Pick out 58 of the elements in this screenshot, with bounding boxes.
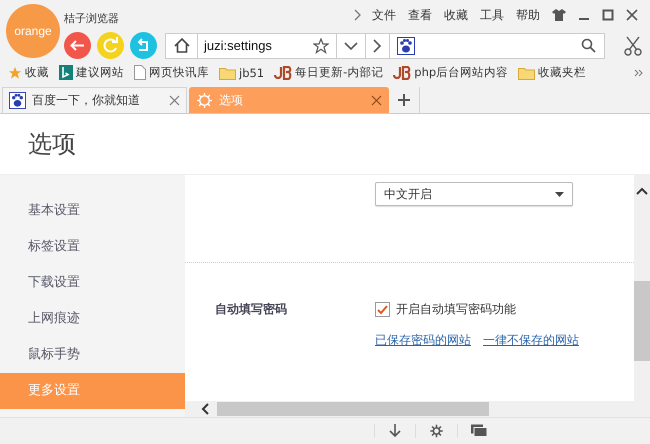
setting-label: 自动填写密码: [215, 301, 288, 318]
star-icon: [8, 66, 22, 80]
scroll-up-icon[interactable]: [636, 187, 648, 195]
chevron-right-icon[interactable]: [373, 38, 382, 52]
chevron-icon: [354, 9, 362, 21]
shirt-icon[interactable]: [552, 9, 566, 21]
gear-icon: [196, 92, 213, 109]
address-bar[interactable]: juzi:settings: [165, 32, 605, 58]
site-icon: [393, 66, 412, 80]
maximize-icon[interactable]: [602, 9, 614, 21]
star-icon[interactable]: [313, 38, 329, 54]
vertical-scrollbar[interactable]: [634, 175, 650, 417]
sidebar-item[interactable]: 上网痕迹: [0, 301, 185, 337]
check-icon: [377, 304, 388, 314]
address-field[interactable]: juzi:settings: [197, 34, 306, 58]
close-icon[interactable]: [371, 95, 382, 106]
close-icon[interactable]: [169, 95, 180, 106]
new-tab-icon[interactable]: [398, 94, 410, 106]
menu-item[interactable]: 收藏: [444, 6, 468, 24]
chevron-down-icon[interactable]: [344, 40, 358, 50]
paw-icon: [9, 92, 26, 109]
caret-icon: [555, 192, 564, 196]
settings-link[interactable]: 已保存密码的网站: [375, 332, 471, 349]
bookmark-item[interactable]: 收藏夹栏: [518, 65, 586, 80]
paw-icon[interactable]: [397, 36, 417, 54]
bookmark-item[interactable]: php后台网站内容: [393, 65, 508, 80]
bookmark-item[interactable]: jb51: [219, 66, 264, 80]
more-icon[interactable]: [634, 68, 644, 76]
folder-icon: [518, 66, 536, 80]
settings-link[interactable]: 一律不保存的网站: [483, 332, 579, 349]
scissors-icon[interactable]: [623, 36, 643, 56]
menu-item[interactable]: 查看: [408, 6, 432, 24]
browser-tab[interactable]: 百度一下，你就知道: [2, 87, 187, 113]
autofill-checkbox[interactable]: 开启自动填写密码功能: [375, 301, 579, 318]
folder-icon: [219, 66, 236, 80]
sidebar-item[interactable]: 鼠标手势: [0, 337, 185, 373]
sidebar-item[interactable]: 下载设置: [0, 265, 185, 301]
bookmark-item[interactable]: 收藏: [8, 65, 49, 80]
language-dropdown[interactable]: 中文开启: [375, 182, 573, 206]
page-icon: [134, 65, 146, 80]
sidebar-item[interactable]: 基本设置: [0, 193, 185, 229]
site-icon: [59, 65, 73, 80]
bookmark-item[interactable]: 网页快讯库: [134, 65, 209, 80]
app-title: 桔子浏览器: [64, 10, 119, 26]
bookmark-item[interactable]: 每日更新-内部记: [274, 65, 384, 80]
back-button[interactable]: [64, 32, 91, 59]
sidebar-item[interactable]: 标签设置: [0, 229, 185, 265]
browser-logo: orange: [6, 4, 60, 58]
search-icon[interactable]: [581, 38, 596, 53]
site-icon: [274, 66, 292, 80]
menu-item[interactable]: 文件: [372, 6, 396, 24]
menu-item[interactable]: 帮助: [516, 6, 540, 24]
bookmark-item[interactable]: 建议网站: [59, 65, 124, 80]
home-icon[interactable]: [174, 38, 190, 53]
horizontal-scrollbar[interactable]: [185, 401, 634, 417]
close-icon[interactable]: [626, 9, 638, 21]
menu-item[interactable]: 工具: [480, 6, 504, 24]
scroll-left-icon[interactable]: [201, 403, 209, 415]
